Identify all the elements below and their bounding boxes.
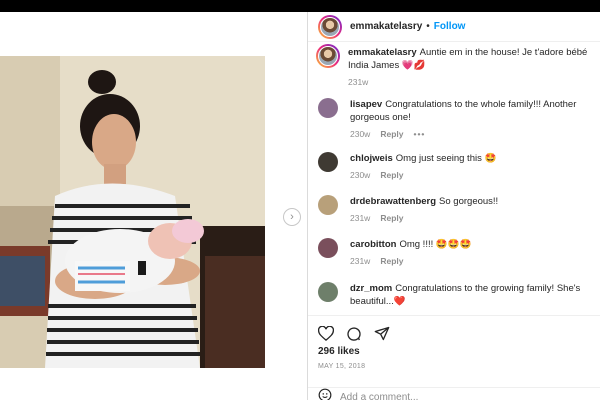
commenter-avatar[interactable] [318,195,338,215]
add-comment-bar: Add a comment... [308,387,600,400]
post-caption: emmakatelasry Auntie em in the house! Je … [316,44,593,87]
comment-text: So gorgeous!! [439,196,499,207]
heart-icon[interactable] [318,326,334,341]
commenter-avatar[interactable] [318,98,338,118]
commenter-avatar[interactable] [318,238,338,258]
post-media: › [0,12,308,400]
top-bar [0,0,600,12]
emoji-icon[interactable] [318,388,332,400]
comment-item: dzr_mom Congratulations to the growing fa… [318,282,593,308]
caption-username[interactable]: emmakatelasry [348,47,417,58]
follow-button[interactable]: Follow [434,21,466,32]
header-separator: • [426,21,430,32]
reply-button[interactable]: Reply [380,256,403,266]
caption-time[interactable]: 231w [348,77,368,87]
comment-icon[interactable] [346,326,362,342]
comment-username[interactable]: lisapev [350,99,382,110]
commenter-avatar[interactable] [318,152,338,172]
comment-item: carobitton Omg !!!! 🤩🤩🤩 231w Reply [318,238,593,266]
add-comment-input[interactable]: Add a comment... [340,392,418,400]
commenter-avatar[interactable] [318,282,338,302]
comment-item: lisapev Congratulations to the whole fami… [318,98,593,139]
reply-button[interactable]: Reply [380,170,403,180]
next-photo-button[interactable]: › [283,208,301,226]
comment-username[interactable]: carobitton [350,239,396,250]
post-photo [0,56,265,368]
comment-username[interactable]: chlojweis [350,153,393,164]
author-username[interactable]: emmakatelasry [350,21,422,32]
reply-button[interactable]: Reply [380,129,403,139]
post-actions [308,315,600,345]
more-options-icon[interactable]: ••• [413,129,425,139]
photo-image [0,56,265,368]
comment-text: Omg just seeing this 🤩 [395,153,497,164]
post-details-panel: emmakatelasry • Follow emmakatelasry Aunt… [308,12,600,400]
comment-time[interactable]: 230w [350,129,370,139]
comment-item: chlojweis Omg just seeing this 🤩 230w Rep… [318,152,593,180]
likes-count[interactable]: 296 likes [318,346,360,357]
author-avatar[interactable] [318,14,342,39]
comment-time[interactable]: 231w [350,213,370,223]
comment-username[interactable]: dzr_mom [350,283,392,294]
comment-item: drdebrawattenberg So gorgeous!! 231w Repl… [318,195,593,223]
comment-time[interactable]: 230w [350,170,370,180]
reply-button[interactable]: Reply [380,213,403,223]
post-header: emmakatelasry • Follow [308,12,600,42]
comment-text: Congratulations to the whole family!!! A… [350,99,577,123]
share-icon[interactable] [374,326,390,341]
chevron-right-icon: › [290,210,294,223]
caption-avatar[interactable] [316,44,340,68]
post-date: MAY 15, 2018 [318,363,366,370]
comment-username[interactable]: drdebrawattenberg [350,196,436,207]
comment-time[interactable]: 231w [350,256,370,266]
comment-text: Omg !!!! 🤩🤩🤩 [399,239,472,250]
